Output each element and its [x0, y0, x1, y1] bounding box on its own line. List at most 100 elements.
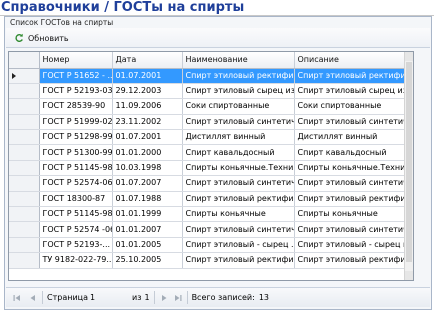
cell-description[interactable]: Спирты коньячные.Техниче... — [294, 160, 407, 177]
nav-separator — [186, 291, 188, 304]
cell-date[interactable]: 01.01.2007 — [112, 221, 183, 238]
cell-date[interactable]: 29.12.2003 — [112, 83, 183, 100]
cell-name[interactable]: Спирты коньячные — [182, 206, 295, 223]
column-header-name[interactable]: Наименование — [182, 52, 295, 69]
vertical-scrollbar[interactable] — [404, 52, 413, 280]
table-row[interactable]: ГОСТ Р 51298-99 01.07.2001 Дистиллят винны… — [9, 129, 407, 146]
cell-description[interactable]: Спирт этиловый ректифик... — [294, 252, 407, 269]
cell-number[interactable]: ГОСТ Р 52193-... — [39, 237, 113, 254]
gost-list-panel: Список ГОСТов на спирты Обновить Номер Д… — [4, 16, 432, 310]
cell-number[interactable]: ГОСТ Р 51300-99 — [39, 144, 113, 161]
table-row[interactable]: ГОСТ Р 52574-06 01.07.2007 Спирт этиловый … — [9, 175, 407, 192]
cell-number[interactable]: ГОСТ 28539-90 — [39, 98, 113, 115]
column-header-date[interactable]: Дата — [112, 52, 183, 69]
cell-description[interactable]: Спирт этиловый ректифик... — [294, 191, 407, 208]
cell-description[interactable]: Соки спиртованные — [294, 98, 407, 115]
next-page-button[interactable] — [159, 292, 169, 304]
cell-name[interactable]: Спирт этиловый - сырец ... — [182, 237, 295, 254]
scroll-up-button[interactable] — [405, 52, 413, 61]
row-selector[interactable] — [9, 144, 40, 161]
cell-date[interactable]: 01.01.2000 — [112, 144, 183, 161]
cell-name[interactable]: Спирт этиловый ректифик... — [182, 191, 295, 208]
cell-name[interactable]: Спирт этиловый ректифик... — [182, 68, 295, 84]
cell-number[interactable]: ГОСТ Р 51652 - ... — [39, 68, 113, 84]
cell-date[interactable]: 25.10.2005 — [112, 252, 183, 269]
cell-date[interactable]: 01.07.1988 — [112, 191, 183, 208]
gost-grid[interactable]: Номер Дата Наименование Описание ГОСТ Р … — [8, 51, 414, 281]
cell-number[interactable]: ГОСТ Р 51145-98 — [39, 160, 113, 177]
row-selector[interactable] — [9, 160, 40, 177]
cell-number[interactable]: ГОСТ Р 51298-99 — [39, 129, 113, 146]
cell-name[interactable]: Спирт этиловый синтетиче... — [182, 175, 295, 192]
cell-description[interactable]: Дистиллят винный — [294, 129, 407, 146]
row-selector[interactable] — [9, 175, 40, 192]
page-number-input[interactable] — [88, 291, 129, 304]
table-row[interactable]: ГОСТ Р 51999-02 23.11.2002 Спирт этиловый … — [9, 114, 407, 131]
scroll-thumb[interactable] — [406, 62, 412, 262]
cell-date[interactable]: 01.07.2001 — [112, 68, 183, 84]
cell-date[interactable]: 23.11.2002 — [112, 114, 183, 131]
row-selector[interactable] — [9, 83, 40, 100]
previous-page-icon — [30, 294, 35, 301]
cell-name[interactable]: Спирт этиловый сырец из... — [182, 83, 295, 100]
toolbar: Обновить — [6, 28, 430, 48]
cell-name[interactable]: Соки спиртованные — [182, 98, 295, 115]
cell-number[interactable]: ГОСТ Р 52574 -06 — [39, 221, 113, 238]
first-page-button[interactable] — [12, 292, 22, 304]
table-row[interactable]: ГОСТ Р 51145-98 01.01.1999 Спирты коньячны… — [9, 206, 407, 223]
cell-number[interactable]: ГОСТ Р 52574-06 — [39, 175, 113, 192]
table-row[interactable]: ГОСТ Р 51300-99 01.01.2000 Спирт кавальдос… — [9, 144, 407, 161]
cell-number[interactable]: ГОСТ Р 51145-98 — [39, 206, 113, 223]
cell-name[interactable]: Спирт этиловый синтетиче... — [182, 114, 295, 131]
of-label: из — [132, 293, 142, 302]
table-row[interactable]: ГОСТ Р 51145-98 10.03.1998 Спирты коньячны… — [9, 160, 407, 177]
scroll-down-button[interactable] — [405, 271, 413, 280]
cell-date[interactable]: 10.03.1998 — [112, 160, 183, 177]
table-row[interactable]: ГОСТ Р 52193-... 01.01.2005 Спирт этиловый… — [9, 237, 407, 254]
cell-description[interactable]: Спирт этиловый - сырец из... — [294, 237, 407, 254]
column-header-number[interactable]: Номер — [39, 52, 113, 69]
cell-description[interactable]: Спирт этиловый ректифик... — [294, 68, 407, 84]
cell-description[interactable]: Спирты коньячные — [294, 206, 407, 223]
row-selector[interactable] — [9, 191, 40, 208]
cell-description[interactable]: Спирт этиловый синтетиче... — [294, 175, 407, 192]
table-row[interactable]: ГОСТ Р 52574 -06 01.01.2007 Спирт этиловый… — [9, 221, 407, 238]
row-selector[interactable] — [9, 237, 40, 254]
column-header-description[interactable]: Описание — [294, 52, 407, 69]
cell-description[interactable]: Спирт этиловый синтетиче... — [294, 114, 407, 131]
row-selector[interactable] — [9, 68, 40, 84]
cell-description[interactable]: Спирт кавальдосный — [294, 144, 407, 161]
cell-date[interactable]: 01.07.2007 — [112, 175, 183, 192]
last-page-icon — [174, 294, 182, 301]
cell-number[interactable]: ГОСТ Р 51999-02 — [39, 114, 113, 131]
row-selector[interactable] — [9, 206, 40, 223]
previous-page-button[interactable] — [28, 292, 38, 304]
cell-name[interactable]: Спирты коньячные.Техни... — [182, 160, 295, 177]
cell-name[interactable]: Дистиллят винный — [182, 129, 295, 146]
cell-name[interactable]: Спирт этиловый ректифик... — [182, 252, 295, 269]
cell-name[interactable]: Спирт этиловый синтетиче... — [182, 221, 295, 238]
cell-name[interactable]: Спирт кавальдосный — [182, 144, 295, 161]
table-row[interactable]: ТУ 9182-022-79... 25.10.2005 Спирт этиловы… — [9, 252, 407, 269]
table-row[interactable]: ГОСТ 28539-90 11.09.2006 Соки спиртованные… — [9, 98, 407, 115]
row-selector[interactable] — [9, 98, 40, 115]
cell-date[interactable]: 11.09.2006 — [112, 98, 183, 115]
cell-number[interactable]: ТУ 9182-022-79... — [39, 252, 113, 269]
row-selector[interactable] — [9, 114, 40, 131]
table-row[interactable]: ГОСТ Р 51652 - ... 01.07.2001 Спирт этилов… — [9, 68, 407, 84]
row-selector[interactable] — [9, 221, 40, 238]
cell-description[interactable]: Спирт этиловый сырец из... — [294, 83, 407, 100]
last-page-button[interactable] — [173, 292, 183, 304]
cell-date[interactable]: 01.07.2001 — [112, 129, 183, 146]
row-selector[interactable] — [9, 252, 40, 269]
table-row[interactable]: ГОСТ 18300-87 01.07.1988 Спирт этиловый ре… — [9, 191, 407, 208]
cell-date[interactable]: 01.01.2005 — [112, 237, 183, 254]
cell-number[interactable]: ГОСТ Р 52193-03 — [39, 83, 113, 100]
row-selector[interactable] — [9, 129, 40, 146]
cell-description[interactable]: Спирт этиловый синтетиче... — [294, 221, 407, 238]
table-row[interactable]: ГОСТ Р 52193-03 29.12.2003 Спирт этиловый … — [9, 83, 407, 100]
refresh-button[interactable]: Обновить — [14, 31, 69, 45]
panel-caption: Список ГОСТов на спирты — [10, 18, 114, 27]
cell-date[interactable]: 01.01.1999 — [112, 206, 183, 223]
cell-number[interactable]: ГОСТ 18300-87 — [39, 191, 113, 208]
